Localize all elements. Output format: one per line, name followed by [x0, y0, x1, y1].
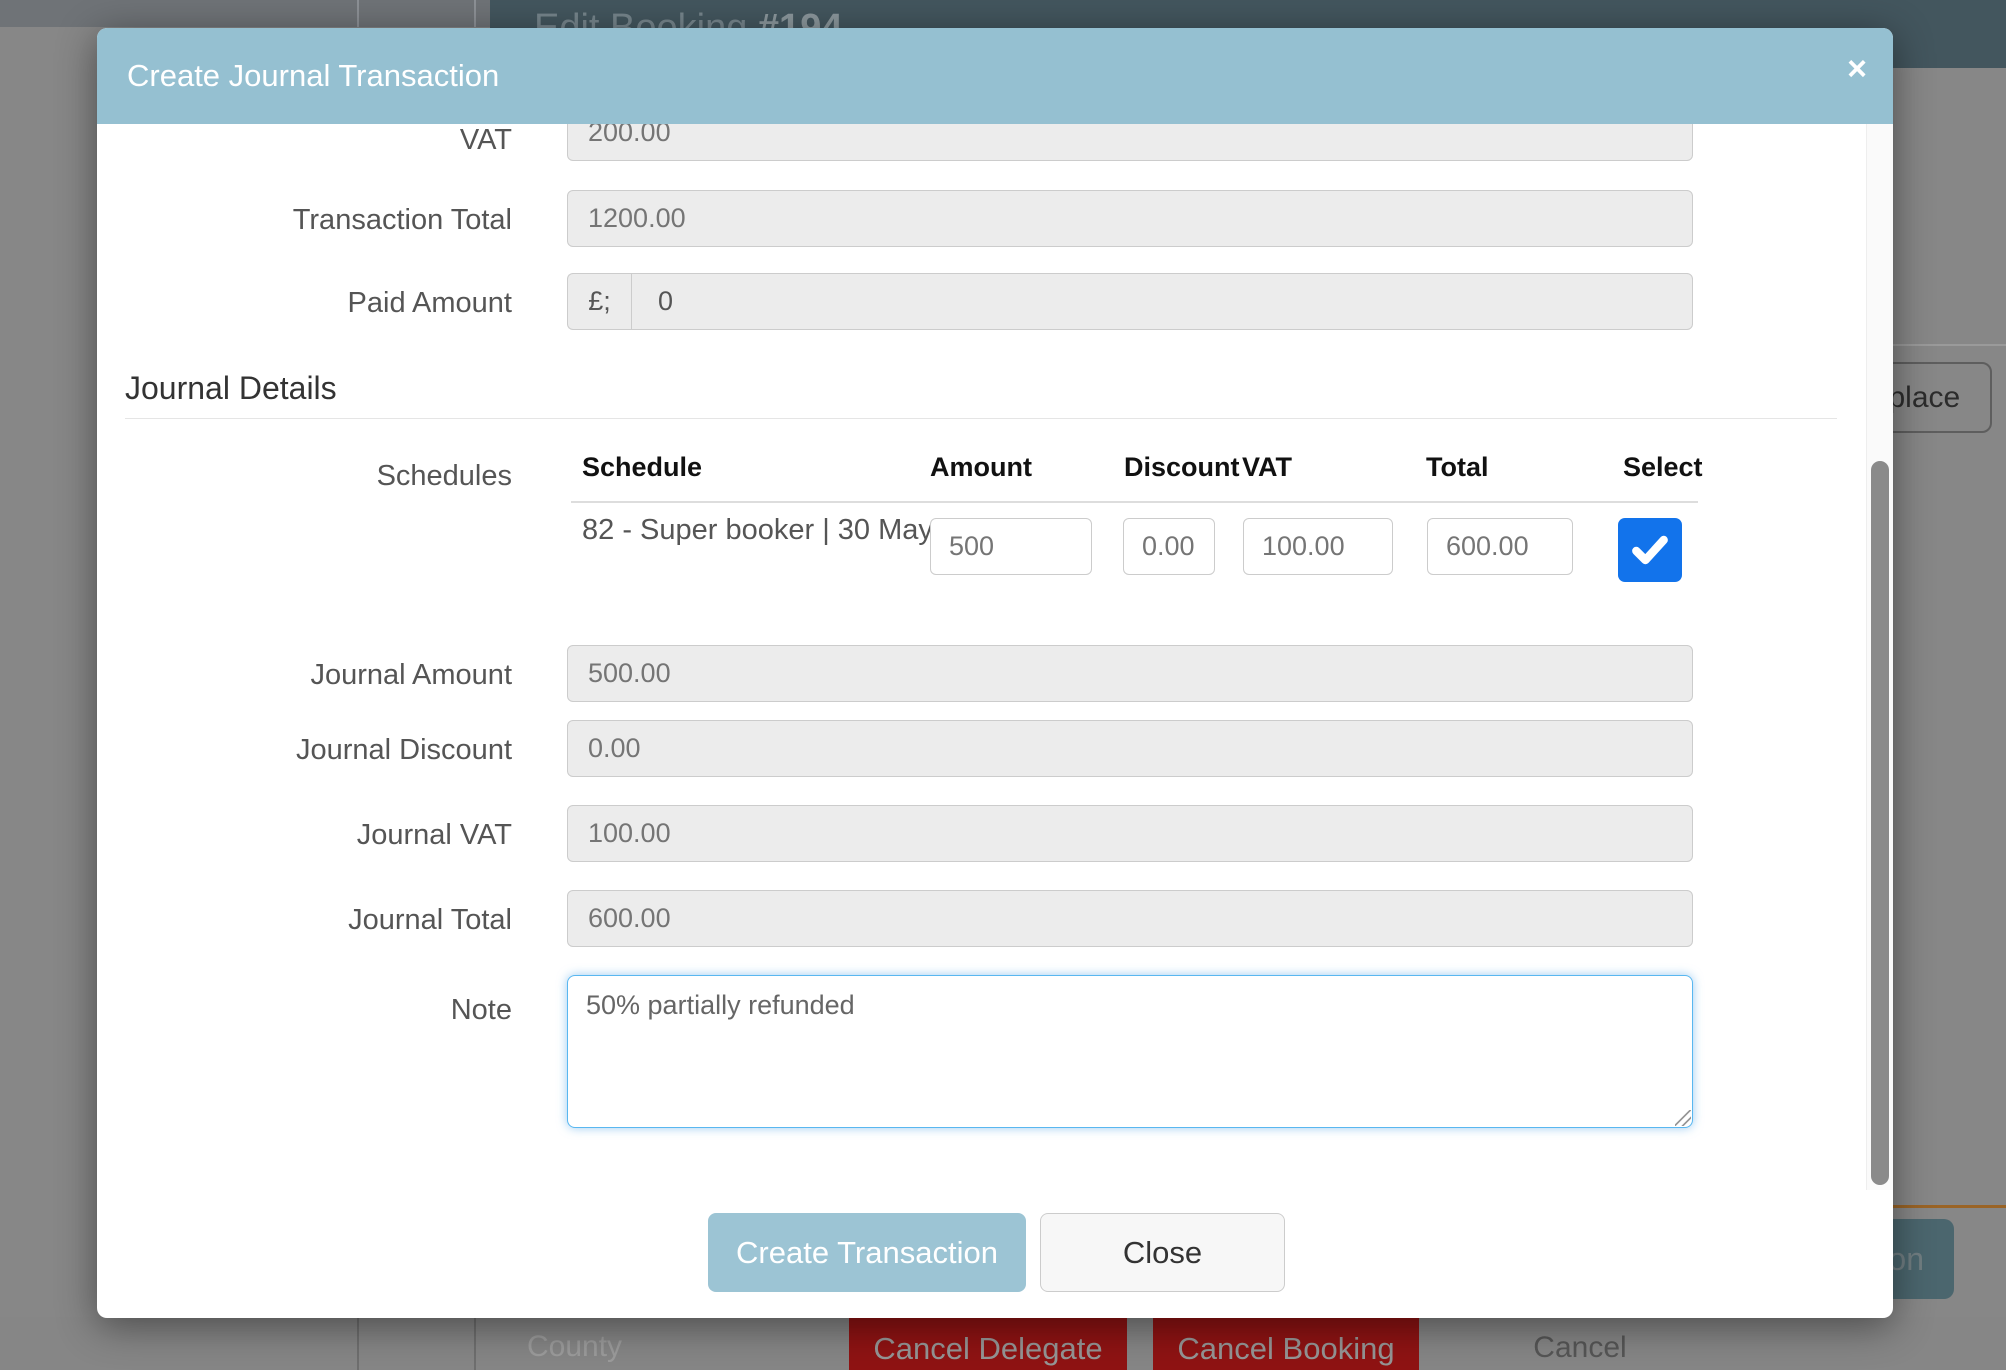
schedule-discount-input[interactable] [1123, 518, 1215, 575]
modal-title: Create Journal Transaction [127, 28, 499, 124]
paid-amount-input [631, 273, 1693, 330]
journal-discount-label: Journal Discount [97, 732, 512, 768]
journal-details-heading: Journal Details [125, 370, 337, 407]
schedules-label: Schedules [97, 458, 512, 494]
journal-amount-label: Journal Amount [97, 657, 512, 693]
cancel-booking-button[interactable]: Cancel Booking [1153, 1317, 1419, 1370]
note-textarea[interactable]: 50% partially refunded [567, 975, 1693, 1128]
column-header-discount: Discount [1124, 452, 1240, 483]
background-column-divider [474, 1317, 476, 1370]
background-table-header [0, 0, 490, 27]
screen: Edit Booking #194 replace on County Canc… [0, 0, 2006, 1370]
currency-addon: £; [567, 273, 631, 330]
background-column-divider [474, 0, 476, 27]
section-divider [125, 418, 1837, 419]
journal-amount-input [567, 645, 1693, 702]
background-column-divider [357, 0, 359, 27]
column-header-vat: VAT [1242, 452, 1292, 483]
journal-total-input [567, 890, 1693, 947]
paid-amount-label: Paid Amount [97, 285, 512, 321]
modal-scrollbar-thumb[interactable] [1871, 461, 1889, 1185]
schedule-vat-input[interactable] [1243, 518, 1393, 575]
transaction-total-input [567, 190, 1693, 247]
vat-label: VAT [97, 122, 512, 158]
checkmark-icon [1628, 528, 1672, 572]
background-column-divider [357, 1317, 359, 1370]
paid-amount-group: £; [567, 273, 1693, 330]
journal-discount-input [567, 720, 1693, 777]
schedule-total-input[interactable] [1427, 518, 1573, 575]
county-label: County [527, 1330, 622, 1364]
journal-vat-input [567, 805, 1693, 862]
schedule-select-checkbox[interactable] [1618, 518, 1682, 582]
note-label: Note [97, 992, 512, 1028]
create-journal-transaction-modal: VAT Create Journal Transaction × Transac… [97, 28, 1893, 1318]
column-header-select: Select [1623, 452, 1703, 483]
close-icon[interactable]: × [1847, 52, 1867, 86]
schedule-amount-input[interactable] [930, 518, 1092, 575]
cancel-delegate-button[interactable]: Cancel Delegate [849, 1317, 1127, 1370]
cancel-button[interactable]: Cancel [1500, 1331, 1660, 1365]
column-header-total: Total [1426, 452, 1489, 483]
journal-total-label: Journal Total [97, 902, 512, 938]
modal-header: Create Journal Transaction × [97, 28, 1893, 124]
modal-scrollbar-track[interactable] [1866, 124, 1893, 1190]
transaction-total-label: Transaction Total [97, 202, 512, 238]
column-header-amount: Amount [930, 452, 1032, 483]
resize-handle-icon[interactable] [1675, 1110, 1691, 1126]
close-button[interactable]: Close [1040, 1213, 1285, 1292]
column-header-schedule: Schedule [582, 452, 702, 483]
journal-vat-label: Journal VAT [97, 817, 512, 853]
create-transaction-button[interactable]: Create Transaction [708, 1213, 1026, 1292]
table-header-divider [571, 501, 1698, 503]
